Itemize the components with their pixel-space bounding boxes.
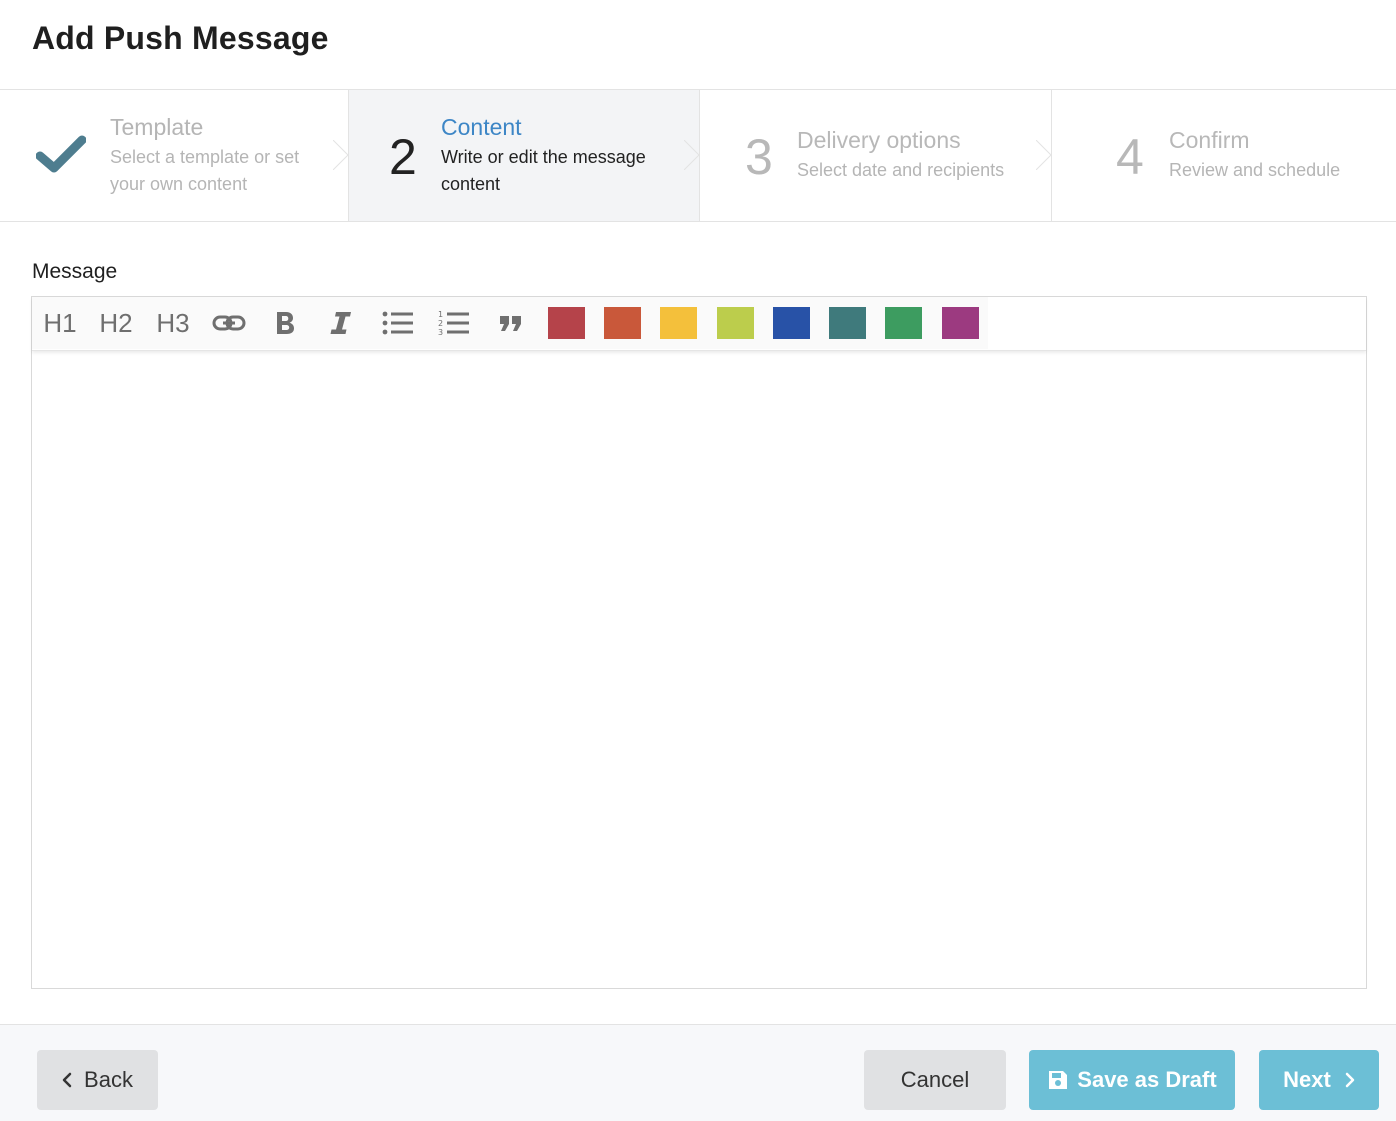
- save-draft-label: Save as Draft: [1077, 1067, 1217, 1092]
- step-delivery-options[interactable]: 3 Delivery options Select date and recip…: [699, 90, 1052, 221]
- cancel-label: Cancel: [900, 1067, 970, 1092]
- heading-3-button[interactable]: H3: [153, 303, 193, 343]
- step-separator: [1036, 140, 1066, 170]
- page-header: Add Push Message: [0, 0, 1396, 90]
- chevron-right-icon: [1345, 1072, 1355, 1088]
- next-label: Next: [1283, 1067, 1331, 1092]
- step-confirm[interactable]: 4 Confirm Review and schedule: [1051, 90, 1396, 221]
- editor-toolbar: H1 H2 H3 1 2 3: [32, 297, 1366, 351]
- color-swatch-green[interactable]: [885, 307, 922, 339]
- color-swatch-purple[interactable]: [942, 307, 979, 339]
- step-title: Content: [441, 114, 522, 140]
- heading-1-button[interactable]: H1: [40, 303, 80, 343]
- color-swatch-yellow[interactable]: [660, 307, 697, 339]
- step-description: Select date and recipients: [797, 160, 1005, 180]
- italic-icon: [330, 312, 351, 334]
- save-draft-button[interactable]: Save as Draft: [1029, 1050, 1235, 1110]
- cancel-button[interactable]: Cancel: [864, 1050, 1006, 1110]
- step-content[interactable]: 2 Content Write or edit the message cont…: [348, 90, 700, 221]
- svg-text:3: 3: [438, 328, 443, 337]
- chevron-left-icon: [62, 1072, 72, 1088]
- step-number: 3: [745, 129, 773, 185]
- step-number: 2: [389, 129, 417, 185]
- heading-2-button[interactable]: H2: [96, 303, 136, 343]
- color-swatch-red[interactable]: [548, 307, 585, 339]
- message-editor[interactable]: H1 H2 H3 1 2 3: [31, 296, 1367, 989]
- step-separator: [684, 140, 714, 170]
- step-title: Confirm: [1169, 127, 1250, 153]
- svg-text:2: 2: [438, 319, 443, 328]
- next-button[interactable]: Next: [1259, 1050, 1379, 1110]
- wizard-footer: Back Cancel Save as Draft Next: [0, 1024, 1396, 1121]
- bulleted-list-icon: [382, 311, 413, 335]
- bulleted-list-button[interactable]: [380, 303, 416, 343]
- back-label: Back: [84, 1067, 133, 1092]
- back-button[interactable]: Back: [37, 1050, 158, 1110]
- message-content-area[interactable]: [32, 352, 1366, 988]
- step-description: Select a template or set your own conten…: [110, 147, 300, 194]
- step-description: Review and schedule: [1169, 160, 1341, 180]
- page-title: Add Push Message: [32, 20, 329, 56]
- message-label: Message: [32, 260, 118, 283]
- numbered-list-button[interactable]: 1 2 3: [436, 303, 472, 343]
- link-icon: [212, 315, 246, 331]
- bold-button[interactable]: [268, 303, 302, 343]
- color-swatch-blue[interactable]: [773, 307, 810, 339]
- quote-button[interactable]: [494, 303, 528, 343]
- step-number: 4: [1116, 129, 1144, 185]
- italic-button[interactable]: [324, 303, 358, 343]
- svg-text:1: 1: [438, 310, 443, 319]
- step-separator: [333, 140, 363, 170]
- link-button[interactable]: [210, 303, 248, 343]
- color-swatch-orange[interactable]: [604, 307, 641, 339]
- toolbar-buttons: H1 H2 H3 1 2 3: [32, 297, 988, 349]
- step-description: Write or edit the message content: [441, 147, 646, 194]
- numbered-list-icon: 1 2 3: [438, 310, 469, 337]
- save-icon: [1047, 1069, 1069, 1091]
- check-icon: [36, 135, 86, 173]
- step-title: Template: [110, 114, 204, 140]
- color-swatch-teal[interactable]: [829, 307, 866, 339]
- quote-icon: [500, 316, 521, 331]
- bold-icon: [277, 312, 294, 334]
- color-swatch-lime[interactable]: [717, 307, 754, 339]
- step-template[interactable]: Template Select a template or set your o…: [0, 90, 349, 221]
- step-title: Delivery options: [797, 127, 961, 153]
- wizard-steps: Template Select a template or set your o…: [0, 90, 1396, 222]
